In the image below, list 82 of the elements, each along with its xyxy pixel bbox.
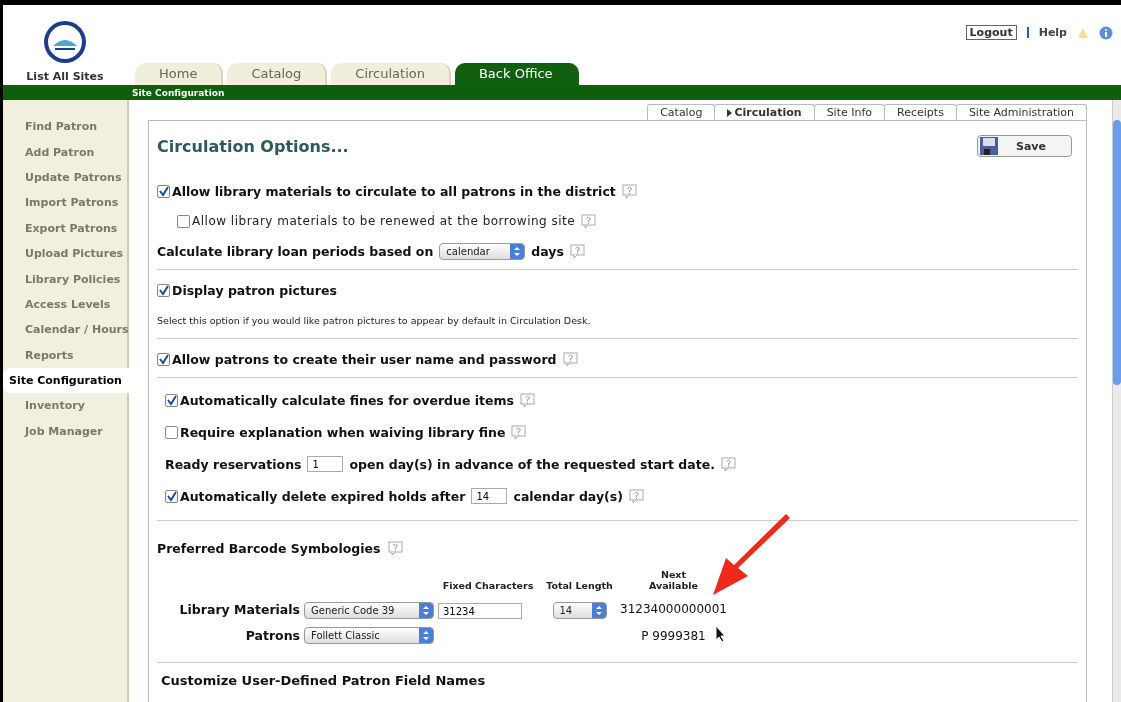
- sidebar-item[interactable]: Site Configuration: [3, 367, 129, 394]
- cursor-icon: [715, 625, 727, 643]
- option-label: open day(s) in advance of the requested start date.: [349, 456, 715, 472]
- sub-tab[interactable]: Receipts: [884, 104, 957, 120]
- help-icon[interactable]: [519, 392, 536, 408]
- panel-title: Circulation Options...: [157, 136, 349, 156]
- main-tab[interactable]: Home: [135, 63, 224, 85]
- main-tab[interactable]: Back Office: [454, 63, 579, 85]
- sidebar-item[interactable]: Update Patrons: [3, 164, 127, 191]
- next-barcode: 31234000000001: [620, 602, 727, 616]
- dropdown[interactable]: 14: [552, 602, 607, 619]
- main-tab[interactable]: Circulation: [331, 63, 451, 85]
- sidebar-item[interactable]: Library Policies: [3, 266, 127, 292]
- option-label: Calculate library loan periods based on: [157, 243, 434, 259]
- section-title: Customize User-Defined Patron Field Names: [161, 673, 487, 688]
- sidebar-item[interactable]: Job Manager: [3, 418, 127, 445]
- checkbox[interactable]: [165, 489, 178, 503]
- number-input[interactable]: 1: [307, 456, 344, 472]
- sub-tab[interactable]: Catalog: [647, 104, 716, 120]
- option-label: Automatically calculate fines for overdue items: [180, 392, 514, 408]
- dropdown[interactable]: Generic Code 39: [304, 602, 434, 619]
- stepper-arrows-icon: [419, 603, 433, 618]
- sidebar-item[interactable]: Inventory: [3, 393, 127, 419]
- logo: [43, 20, 87, 64]
- sub-tab[interactable]: Circulation: [714, 104, 815, 120]
- warning-icon[interactable]: [1077, 26, 1089, 39]
- checkbox[interactable]: [165, 425, 178, 439]
- option-label: Allow patrons to create their user name and password: [172, 351, 557, 367]
- option-label: Ready reservations: [165, 456, 302, 472]
- sidebar-item[interactable]: Export Patrons: [3, 215, 127, 241]
- help-icon[interactable]: [720, 456, 737, 472]
- checkbox[interactable]: [157, 283, 170, 297]
- option-label: Display patron pictures: [172, 282, 337, 298]
- info-icon[interactable]: [1099, 25, 1113, 40]
- help-link[interactable]: Help: [1038, 26, 1067, 39]
- sidebar-item[interactable]: Access Levels: [3, 291, 127, 318]
- sidebar-item[interactable]: Reports: [3, 342, 127, 368]
- triangle-icon: [727, 108, 733, 117]
- help-icon[interactable]: [569, 243, 586, 259]
- text-input[interactable]: 31234: [438, 603, 522, 619]
- hint-text: Select this option if you would like patron pictures to appear by default in Circulation Desk.: [157, 314, 591, 326]
- sidebar-item[interactable]: Import Patrons: [3, 190, 127, 216]
- stepper-arrows-icon: [510, 243, 525, 259]
- sidebar-item[interactable]: Add Patron: [3, 139, 127, 165]
- option-label: Allow library materials to circulate to all patrons in the district: [172, 183, 616, 199]
- stepper-arrows-icon: [591, 603, 606, 618]
- checkbox[interactable]: [177, 214, 190, 228]
- help-icon[interactable]: [628, 488, 645, 504]
- option-label: Require explanation when waiving library fine: [180, 424, 506, 440]
- next-barcode: P 9999381: [641, 628, 706, 643]
- help-icon[interactable]: [562, 351, 579, 367]
- subnav-link[interactable]: Site Configuration: [132, 87, 225, 98]
- help-icon[interactable]: [511, 424, 528, 440]
- option-label: days: [531, 243, 564, 259]
- stepper-arrows-icon: [419, 628, 433, 643]
- option-label: Automatically delete expired holds after: [180, 488, 466, 504]
- column-header: Total Length: [545, 580, 614, 591]
- number-input[interactable]: 14: [471, 488, 508, 504]
- option-label: Allow library materials to be renewed at the borrowing site: [192, 214, 576, 228]
- column-header: Next Available: [647, 569, 699, 591]
- dropdown[interactable]: calendar: [439, 242, 526, 260]
- dropdown[interactable]: Follett Classic: [304, 627, 434, 644]
- option-label: calendar day(s): [513, 488, 623, 504]
- sidebar-item[interactable]: Calendar / Hours: [3, 317, 127, 343]
- column-header: Fixed Characters: [441, 580, 535, 591]
- help-icon[interactable]: [388, 541, 405, 556]
- logout-button[interactable]: Logout: [965, 25, 1017, 40]
- row-label: Library Materials: [178, 601, 300, 617]
- save-button[interactable]: Save: [977, 135, 1072, 157]
- sidebar-item[interactable]: Upload Pictures: [3, 240, 127, 267]
- sub-tab[interactable]: Site Administration: [955, 104, 1087, 120]
- checkbox[interactable]: [157, 184, 170, 198]
- checkbox[interactable]: [157, 352, 170, 366]
- help-icon[interactable]: [581, 213, 598, 229]
- main-tab[interactable]: Catalog: [227, 63, 328, 85]
- checkbox[interactable]: [165, 393, 178, 407]
- sidebar-item[interactable]: Find Patron: [3, 114, 127, 140]
- section-title: Preferred Barcode Symbologies: [157, 541, 381, 556]
- site-link[interactable]: List All Sites: [26, 70, 104, 83]
- help-icon[interactable]: [621, 183, 638, 199]
- row-label: Patrons: [244, 628, 300, 643]
- scrollbar[interactable]: [1112, 100, 1121, 702]
